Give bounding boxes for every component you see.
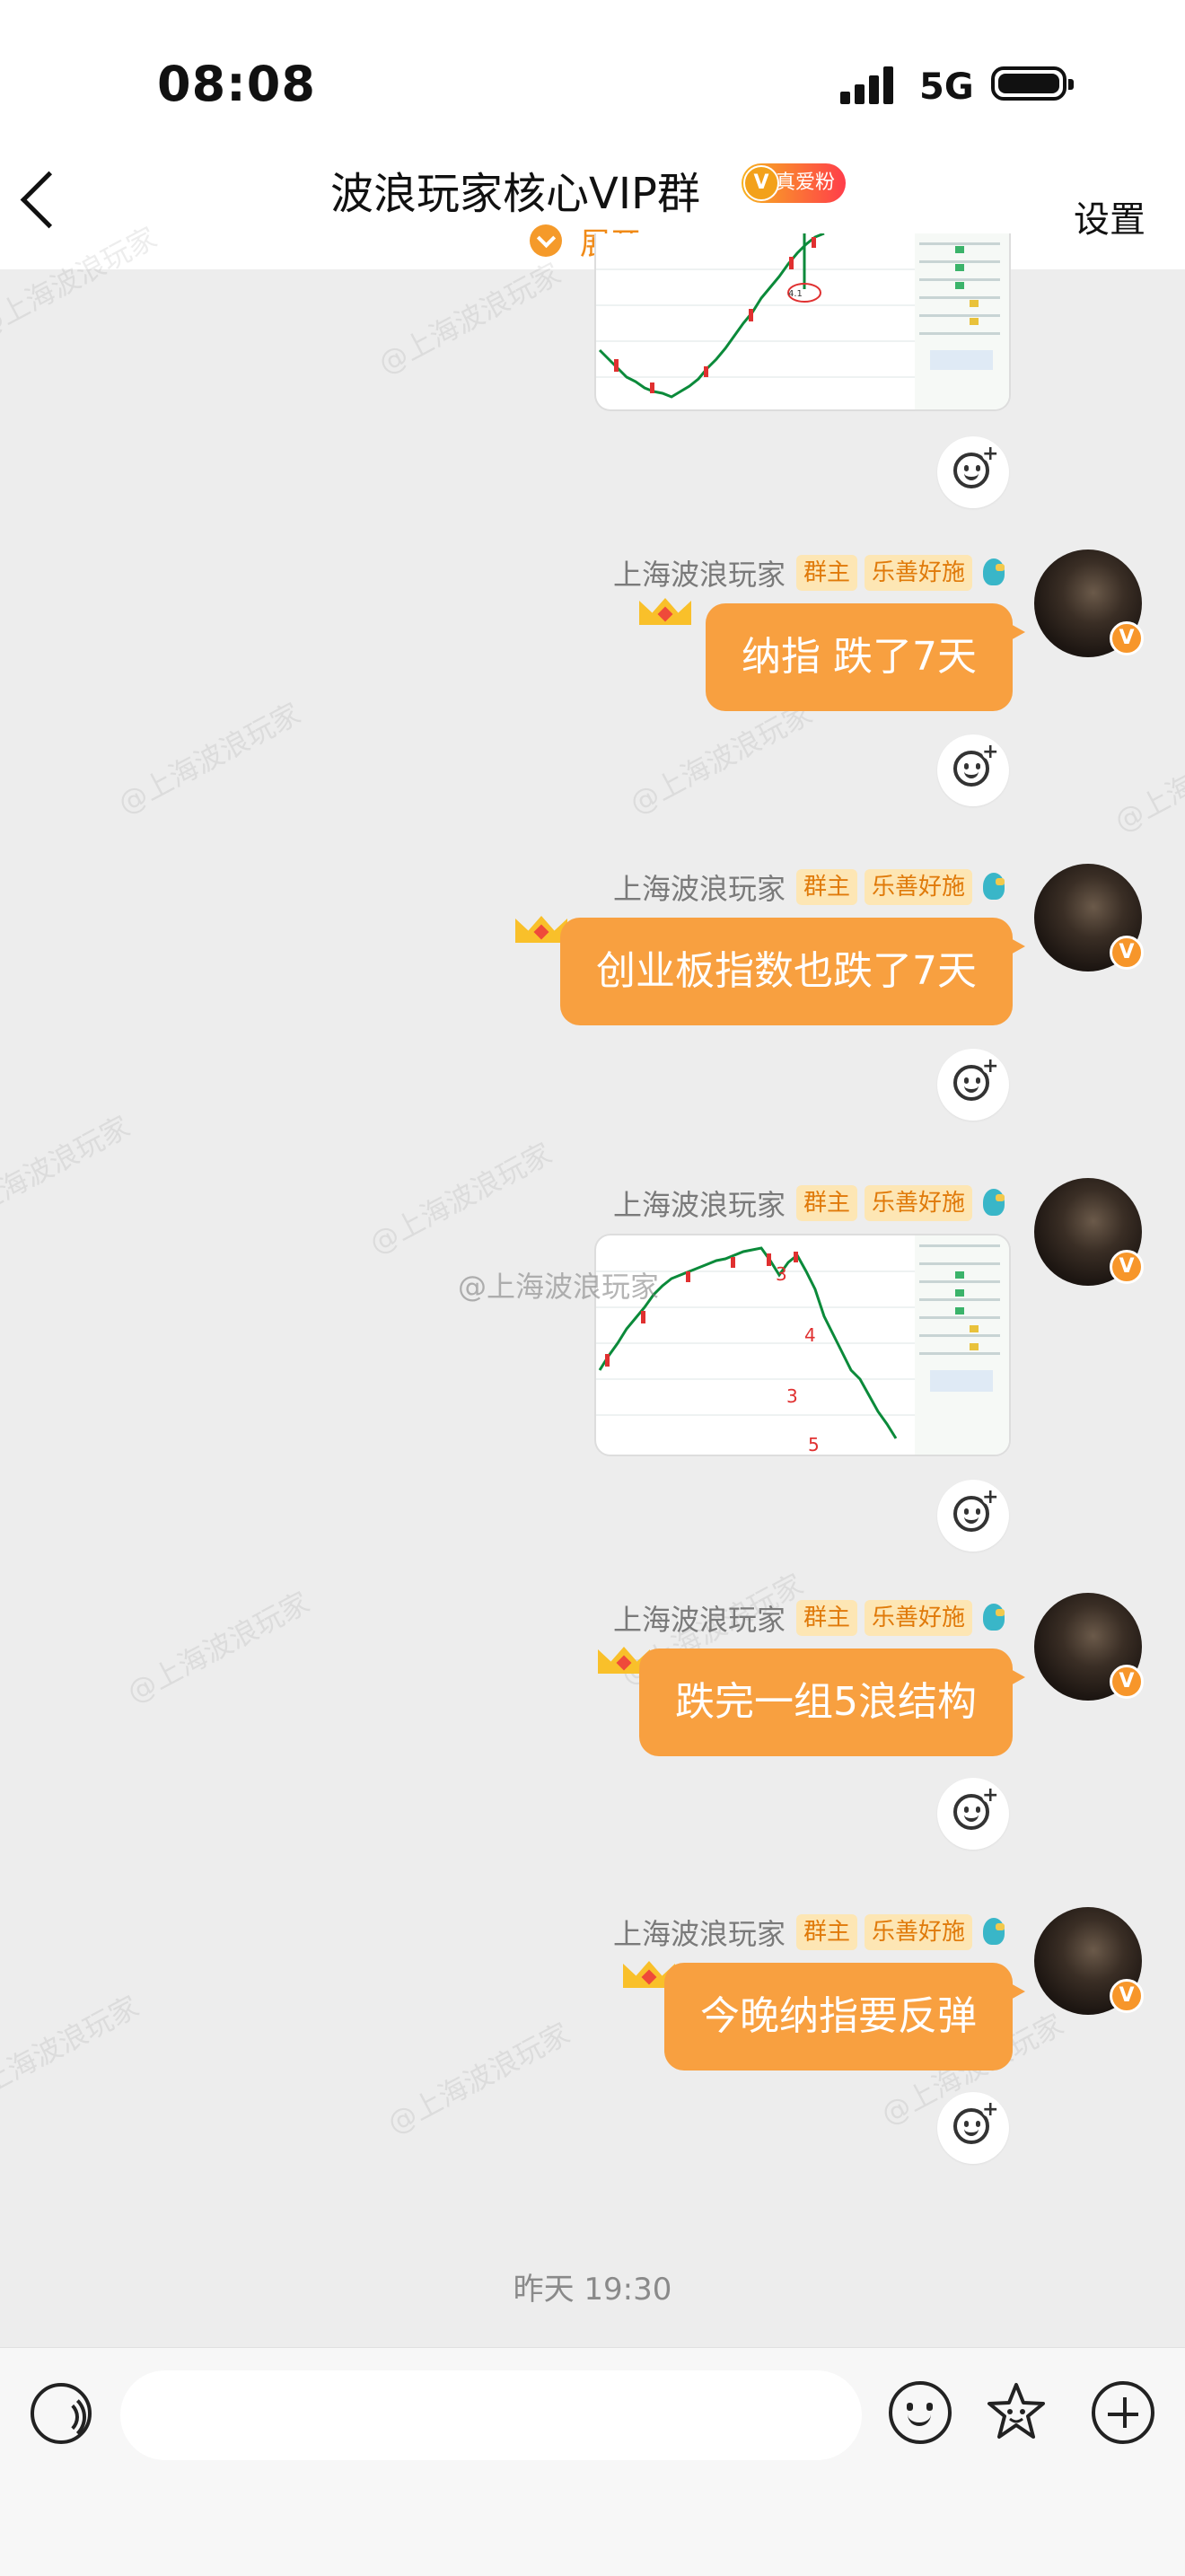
avatar[interactable]: V — [1034, 1593, 1144, 1701]
wave-label: 4 — [804, 1324, 816, 1346]
message-bubble[interactable]: 今晚纳指要反弹 — [664, 1963, 1025, 2070]
fan-badge-label: 真爱粉 — [776, 171, 836, 194]
watermark: @上海波浪玩家 — [112, 696, 306, 822]
favorite-icon[interactable] — [982, 2378, 1050, 2446]
sender-name: 上海波浪玩家 — [612, 872, 786, 906]
wave-label: 5 — [808, 1434, 820, 1455]
role-tag-title: 乐善好施 — [864, 1914, 972, 1950]
role-tag-owner: 群主 — [795, 1185, 857, 1221]
verified-badge: V — [1110, 1665, 1144, 1699]
watermark: @上海波浪玩家 — [0, 1989, 145, 2114]
avatar[interactable]: V — [1034, 1178, 1144, 1286]
bird-badge-icon — [979, 1914, 1010, 1950]
plus-icon[interactable] — [1092, 2381, 1154, 2444]
bird-badge-icon — [979, 555, 1010, 591]
role-tag-title: 乐善好施 — [864, 1600, 972, 1636]
watermark: @上海波浪玩家 — [373, 256, 566, 382]
settings-button[interactable]: 设置 — [1074, 190, 1146, 242]
add-reaction-button[interactable]: + — [937, 1049, 1009, 1121]
message-bubble[interactable]: 创业板指数也跌了7天 — [560, 918, 1025, 1025]
add-reaction-button[interactable]: + — [937, 1480, 1009, 1552]
timestamp: 昨天 19:30 — [513, 2272, 672, 2308]
add-reaction-button[interactable]: + — [937, 1778, 1009, 1850]
message-bubble[interactable]: 跌完一组5浪结构 — [639, 1648, 1025, 1756]
role-tag-title: 乐善好施 — [864, 555, 972, 591]
verified-badge: V — [1110, 1979, 1144, 2013]
watermark: @上海波浪玩家 — [121, 1585, 315, 1710]
crown-icon — [634, 582, 697, 632]
sender-meta: 上海波浪玩家 群主 乐善好施 — [613, 1183, 1010, 1223]
role-tag-owner: 群主 — [795, 555, 857, 591]
candlestick-chart: 4.1 — [596, 233, 1009, 409]
watermark: @上海波浪玩家 — [1109, 714, 1185, 840]
sender-meta: 上海波浪玩家 群主 乐善好施 — [613, 867, 1010, 907]
verified-v-icon: V — [743, 165, 779, 201]
wave-label: 3 — [776, 1263, 787, 1285]
signal-icon — [840, 65, 903, 104]
watermark: @上海波浪玩家 — [0, 1109, 136, 1235]
role-tag-title: 乐善好施 — [864, 869, 972, 905]
emoji-icon[interactable] — [889, 2381, 952, 2444]
group-title: 波浪玩家核心VIP群 — [330, 169, 700, 219]
add-reaction-button[interactable]: + — [937, 734, 1009, 806]
avatar[interactable]: V — [1034, 864, 1144, 971]
avatar[interactable]: V — [1034, 1907, 1144, 2015]
voice-icon[interactable] — [31, 2383, 92, 2444]
wave-label: 3 — [786, 1385, 798, 1407]
chart-small-label: 4.1 — [788, 289, 803, 299]
fan-badge: V 真爱粉 — [742, 163, 846, 203]
role-tag-owner: 群主 — [795, 869, 857, 905]
bird-badge-icon — [979, 869, 1010, 905]
sender-name: 上海波浪玩家 — [612, 1188, 786, 1222]
message-input[interactable] — [120, 2370, 862, 2460]
sender-meta: 上海波浪玩家 群主 乐善好施 — [613, 1598, 1010, 1638]
network-type: 5G — [919, 66, 974, 108]
verified-badge: V — [1110, 621, 1144, 655]
add-reaction-button[interactable]: + — [937, 436, 1009, 508]
verified-badge: V — [1110, 936, 1144, 970]
bird-badge-icon — [979, 1600, 1010, 1636]
image-watermark: @上海波浪玩家 — [458, 1270, 660, 1304]
add-reaction-button[interactable]: + — [937, 2092, 1009, 2164]
bird-badge-icon — [979, 1185, 1010, 1221]
verified-badge: V — [1110, 1250, 1144, 1284]
message-bubble[interactable]: 纳指 跌了7天 — [706, 603, 1025, 711]
watermark: @上海波浪玩家 — [364, 1136, 557, 1262]
watermark: @上海波浪玩家 — [382, 2016, 575, 2141]
avatar[interactable]: V — [1034, 549, 1144, 657]
status-time: 08:08 — [157, 56, 316, 112]
chart-image-message[interactable]: 4.1 — [594, 233, 1011, 411]
role-tag-title: 乐善好施 — [864, 1185, 972, 1221]
battery-icon — [991, 66, 1074, 101]
role-tag-owner: 群主 — [795, 1914, 857, 1950]
role-tag-owner: 群主 — [795, 1600, 857, 1636]
